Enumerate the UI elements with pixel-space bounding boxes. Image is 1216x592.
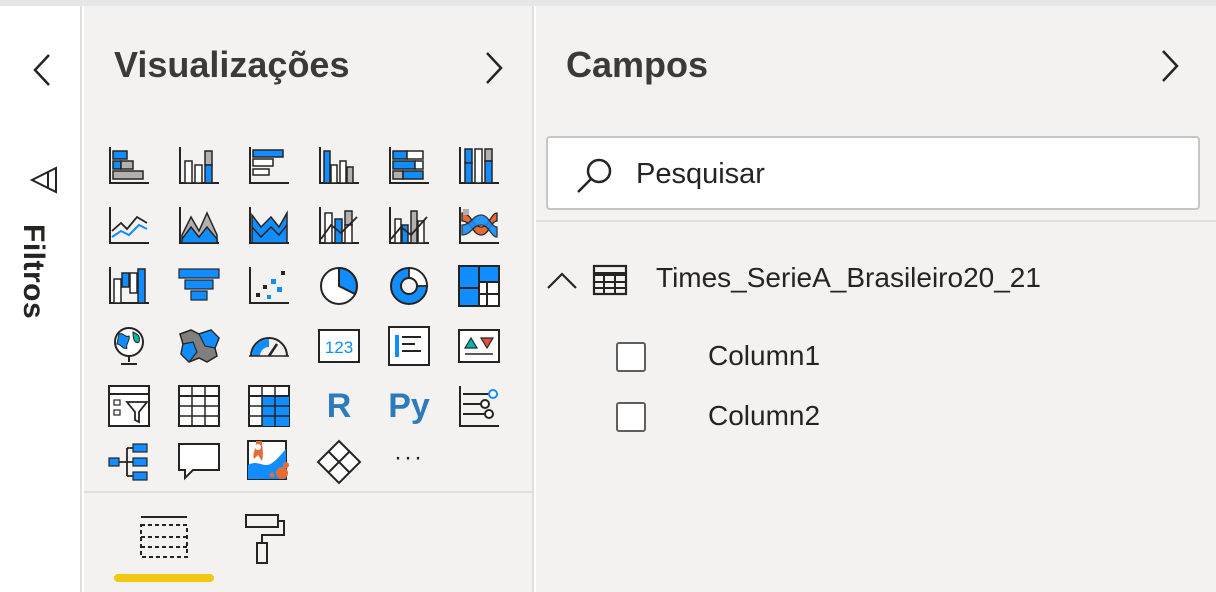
r-visual-label: R bbox=[326, 386, 352, 425]
more-visuals-label: ··· bbox=[394, 444, 424, 471]
expand-fields-button[interactable] bbox=[1150, 46, 1190, 86]
collapse-filters-button[interactable] bbox=[22, 50, 62, 90]
funnel-chart-icon[interactable] bbox=[170, 258, 228, 314]
stacked-bar-chart-icon[interactable] bbox=[100, 138, 158, 194]
table-icon[interactable] bbox=[170, 378, 228, 434]
arcgis-map-icon[interactable] bbox=[240, 434, 298, 490]
field-name: Column1 bbox=[708, 340, 821, 371]
fields-pane: Campos Times_SerieA_Brasileiro20_21 Colu… bbox=[536, 6, 1216, 592]
key-influencers-icon[interactable] bbox=[450, 378, 508, 434]
search-box[interactable] bbox=[546, 136, 1200, 210]
fields-title: Campos bbox=[566, 44, 709, 85]
visualizations-divider bbox=[84, 491, 534, 493]
python-visual-label: Py bbox=[388, 386, 430, 425]
ribbon-chart-icon[interactable] bbox=[450, 198, 508, 254]
filters-label[interactable]: Filtros bbox=[16, 224, 50, 319]
stacked-area-chart-icon[interactable] bbox=[240, 198, 298, 254]
line-and-stacked-column-chart-icon[interactable] bbox=[310, 198, 368, 254]
pie-chart-icon[interactable] bbox=[310, 258, 368, 314]
decomposition-tree-icon[interactable] bbox=[100, 434, 158, 490]
fields-divider bbox=[536, 220, 1216, 222]
clustered-bar-chart-icon[interactable] bbox=[240, 138, 298, 194]
chevron-up-icon[interactable] bbox=[544, 262, 580, 298]
field-item-column1[interactable]: Column1 bbox=[616, 334, 1176, 384]
chevron-left-icon bbox=[33, 54, 50, 86]
matrix-icon[interactable] bbox=[240, 378, 298, 434]
visualizations-pane: Visualizações 123 R Py ··· bbox=[84, 6, 534, 592]
format-tab-icon bbox=[245, 514, 285, 564]
filled-map-icon[interactable] bbox=[170, 318, 228, 374]
table-icon bbox=[592, 264, 628, 296]
qa-icon[interactable] bbox=[170, 434, 228, 490]
slicer-icon[interactable] bbox=[100, 378, 158, 434]
table-item[interactable]: Times_SerieA_Brasileiro20_21 bbox=[544, 252, 1204, 304]
multi-row-card-icon[interactable] bbox=[380, 318, 438, 374]
python-visual-icon[interactable]: Py bbox=[380, 378, 438, 434]
card-icon[interactable]: 123 bbox=[310, 318, 368, 374]
100-stacked-column-chart-icon[interactable] bbox=[450, 138, 508, 194]
table-name: Times_SerieA_Brasileiro20_21 bbox=[656, 262, 1041, 293]
100-stacked-bar-chart-icon[interactable] bbox=[380, 138, 438, 194]
fields-tab-icon bbox=[140, 516, 188, 558]
kpi-icon[interactable] bbox=[450, 318, 508, 374]
fields-tab[interactable] bbox=[132, 510, 196, 566]
field-name: Column2 bbox=[708, 400, 821, 431]
chevron-right-icon bbox=[1162, 50, 1179, 82]
filters-pane: Filtros bbox=[0, 6, 82, 592]
card-icon-label: 123 bbox=[325, 338, 353, 357]
power-apps-icon[interactable] bbox=[310, 434, 368, 490]
clustered-column-chart-icon[interactable] bbox=[310, 138, 368, 194]
r-script-visual-icon[interactable]: R bbox=[310, 378, 368, 434]
expand-visualizations-button[interactable] bbox=[474, 48, 514, 88]
donut-chart-icon[interactable] bbox=[380, 258, 438, 314]
field-item-column2[interactable]: Column2 bbox=[616, 394, 1176, 444]
search-input[interactable] bbox=[636, 154, 1176, 194]
filter-icon[interactable] bbox=[28, 164, 60, 196]
waterfall-chart-icon[interactable] bbox=[100, 258, 158, 314]
treemap-icon[interactable] bbox=[450, 258, 508, 314]
active-tab-indicator bbox=[114, 574, 214, 582]
line-and-clustered-column-chart-icon[interactable] bbox=[380, 198, 438, 254]
chevron-right-icon bbox=[486, 52, 503, 84]
map-icon[interactable] bbox=[100, 318, 158, 374]
stacked-column-chart-icon[interactable] bbox=[170, 138, 228, 194]
field-checkbox[interactable] bbox=[616, 342, 646, 372]
gauge-icon[interactable] bbox=[240, 318, 298, 374]
search-icon bbox=[577, 158, 612, 193]
field-checkbox[interactable] bbox=[616, 402, 646, 432]
format-tab[interactable] bbox=[232, 510, 296, 566]
visualizations-title: Visualizações bbox=[114, 44, 350, 85]
area-chart-icon[interactable] bbox=[170, 198, 228, 254]
scatter-chart-icon[interactable] bbox=[240, 258, 298, 314]
line-chart-icon[interactable] bbox=[100, 198, 158, 254]
more-visuals-icon[interactable]: ··· bbox=[380, 434, 438, 490]
